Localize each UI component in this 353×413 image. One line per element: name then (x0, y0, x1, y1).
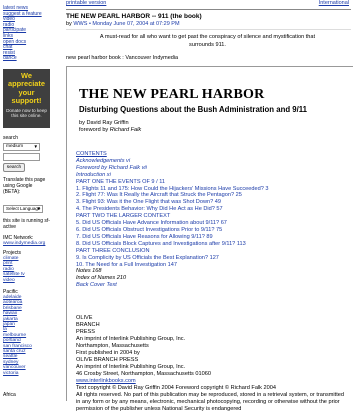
international-link[interactable]: International (319, 0, 349, 7)
publisher-line: Text copyright © David Ray Griffin 2004 … (76, 385, 276, 391)
publisher-line: Northampton, Massachusetts (76, 343, 149, 349)
article-byline: by WWS • Monday June 07, 2004 at 07:29 P… (66, 21, 180, 28)
search-button[interactable]: search (3, 163, 25, 172)
projects-group: Projects climate print radio satellite t… (3, 250, 25, 283)
sidebar: latest news suggest a feature video radi… (0, 0, 53, 400)
publisher-line: An imprint of Interlink Publishing Group… (76, 364, 186, 370)
toc-item: Notes 168 (76, 268, 102, 275)
toc-item[interactable]: 9. Is Complicity by US Officials the Bes… (76, 255, 346, 262)
africa-group: Africa (3, 392, 16, 398)
publisher-info: OLIVE BRANCH PRESS An imprint of Interli… (76, 315, 348, 413)
toc-item[interactable]: 4. The Presidents Behavior: Why Did He A… (76, 206, 346, 213)
toc-item[interactable]: Introduction xi (76, 172, 346, 179)
search-size-select[interactable]: medium ▼ (3, 143, 40, 151)
sf-active-note: this site is running sf-active (3, 218, 50, 230)
toc-item[interactable]: 8. Did US Officials Block Captures and I… (76, 241, 346, 248)
donate-banner[interactable]: We appreciate your support! Donate now t… (3, 69, 50, 128)
divider (66, 29, 351, 30)
chevron-down-icon: ▼ (36, 206, 41, 211)
book-author: by David Ray Griffin (79, 120, 129, 126)
search-size-value: medium (6, 144, 24, 149)
toc-item[interactable]: 5. Did US Officials Have Advance Informa… (76, 220, 346, 227)
article-lead: A must-read for all who want to get past… (99, 34, 316, 48)
divider (66, 9, 351, 10)
byline-prefix: by (66, 21, 72, 27)
publisher-line: First published in 2004 by (76, 350, 140, 356)
foreword-name: Richard Falk (109, 127, 142, 133)
translate-language-value: Select Language (6, 206, 41, 211)
pacific-link-victoria[interactable]: victoria (3, 371, 32, 376)
toc-item[interactable]: Foreword by Richard Falk vii (76, 165, 346, 172)
toc-item[interactable]: 6. Did US Officials Obstruct Investigati… (76, 227, 346, 234)
byline-date: • Monday June 07, 2004 at 07:29 PM (88, 21, 180, 27)
translate-language-select[interactable]: Select Language ▼ (3, 205, 43, 213)
book-title: THE NEW PEARL HARBOR (79, 87, 265, 102)
toc-item[interactable]: 1. Flights 11 and 175: How Could the Hij… (76, 186, 346, 193)
toc-heading[interactable]: CONTENTS (76, 151, 346, 158)
toc-part[interactable]: PART TWO THE LARGER CONTEXT (76, 213, 346, 220)
printable-version-link[interactable]: printable version (66, 0, 106, 7)
toc-item[interactable]: 2. Flight 77: Was It Really the Aircraft… (76, 192, 346, 199)
publisher-line: An imprint of Interlink Publishing Group… (76, 336, 186, 342)
search-input[interactable] (3, 153, 40, 161)
toc-item[interactable]: Back Cover Text (76, 282, 346, 289)
donate-headline-4: support! (11, 96, 42, 106)
book-subtitle: Disturbing Questions about the Bush Admi… (79, 105, 308, 114)
book-author-block: by David Ray Griffin foreword by Richard… (79, 120, 141, 134)
publisher-line: PRESS (76, 329, 95, 335)
translate-text: Translate this page using Google (BETA): (3, 177, 46, 195)
byline-author[interactable]: WWS (73, 21, 87, 27)
africa-title: Africa (3, 392, 16, 398)
toc-item[interactable]: 3. Flight 93: Was it the One Flight that… (76, 199, 346, 206)
project-link-satellite-tv[interactable]: satellite tv (3, 272, 25, 277)
toc-item[interactable]: Acknowledgements vi (76, 158, 346, 165)
publisher-website-link[interactable]: www.interlinkbooks.com (76, 378, 348, 385)
table-of-contents: CONTENTS Acknowledgements vi Foreword by… (76, 151, 346, 289)
publisher-line: OLIVE (76, 315, 93, 321)
pacific-group: Pacific adelaide aotearoa brisbane hawai… (3, 289, 32, 376)
nav-item-dance[interactable]: dance (3, 56, 42, 62)
publisher-line: BRANCH (76, 322, 100, 328)
donate-subtext: Donate now to keep this site online. (6, 107, 47, 118)
publisher-line: 46 Crosby Street, Northampton, Massachus… (76, 371, 211, 377)
book-foreword: foreword by Richard Falk (79, 127, 141, 134)
toc-item[interactable]: 10. The Need for a Full Investigation 14… (76, 262, 346, 269)
search-label: search (3, 135, 19, 141)
project-link-video[interactable]: video (3, 278, 25, 283)
publisher-line: OLIVE BRANCH PRESS (76, 357, 139, 363)
imc-network-group: IMC Network: www.indymedia.org (3, 235, 45, 246)
toc-part[interactable]: PART ONE THE EVENTS OF 9 / 11 (76, 179, 346, 186)
publisher-rights: All rights reserved. No part of this pub… (76, 392, 344, 412)
chevron-down-icon: ▼ (33, 144, 38, 149)
article-source: new pearl harbor book : Vancouver Indyme… (66, 55, 179, 61)
toc-item: Index of Names 210 (76, 275, 127, 282)
sidebar-nav: latest news suggest a feature video radi… (3, 5, 42, 62)
toc-part[interactable]: PART THREE CONCLUSION (76, 248, 346, 255)
toc-item[interactable]: 7. Did US Officials Have Reasons for All… (76, 234, 346, 241)
imc-network-link[interactable]: www.indymedia.org (3, 241, 45, 246)
foreword-prefix: foreword by (79, 127, 109, 133)
